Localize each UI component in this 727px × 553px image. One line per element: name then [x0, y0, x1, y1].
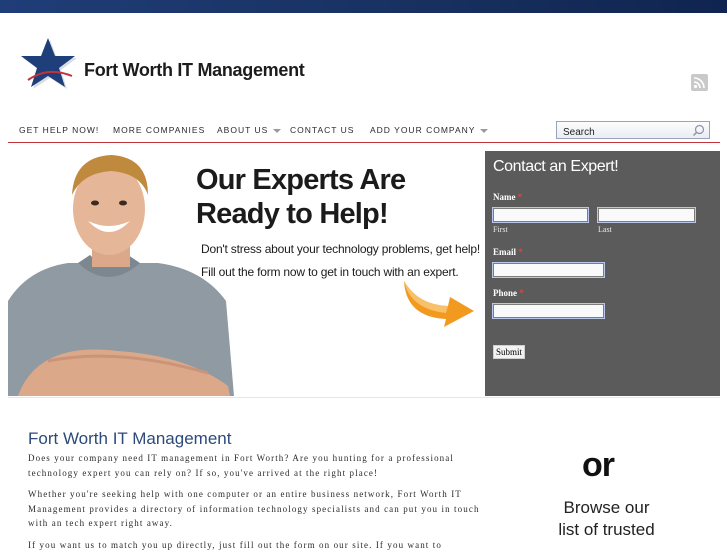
- content-divider: [8, 397, 720, 398]
- email-label-text: Email: [493, 247, 517, 257]
- contact-form: Contact an Expert! Name * First Last Ema…: [485, 151, 720, 396]
- phone-label: Phone *: [493, 288, 524, 298]
- nav-item-add-your-company[interactable]: ADD YOUR COMPANY: [370, 125, 489, 135]
- form-title: Contact an Expert!: [493, 158, 619, 175]
- first-sublabel: First: [493, 225, 508, 234]
- intro-paragraph-3: If you want us to match you up directly,…: [28, 540, 442, 550]
- hero-banner: Our Experts Are Ready to Help! Don't str…: [8, 151, 485, 396]
- search-input[interactable]: [557, 124, 683, 141]
- hero-headline: Our Experts Are Ready to Help!: [196, 163, 476, 231]
- hero-line-1: Don't stress about your technology probl…: [201, 242, 480, 256]
- name-label: Name *: [493, 192, 522, 202]
- hero-headline-line: Ready to Help!: [196, 198, 389, 230]
- nav-item-about-us[interactable]: ABOUT US: [217, 125, 282, 135]
- required-mark: *: [517, 192, 523, 202]
- site-title[interactable]: Fort Worth IT Management: [84, 60, 305, 81]
- submit-button[interactable]: Submit: [493, 345, 526, 359]
- required-mark: *: [519, 288, 524, 298]
- intro-paragraph-1: Does your company need IT management in …: [28, 453, 454, 478]
- email-field[interactable]: [492, 262, 605, 278]
- nav-item-label: CONTACT US: [290, 125, 355, 135]
- orange-arrow-icon: [404, 281, 474, 327]
- search-icon[interactable]: [692, 124, 705, 137]
- nav-item-label: ADD YOUR COMPANY: [370, 125, 476, 135]
- first-name-input[interactable]: [492, 207, 589, 223]
- star-logo-icon: [21, 38, 77, 89]
- search-box: [556, 121, 710, 141]
- hero-line-2: Fill out the form now to get in touch wi…: [201, 265, 459, 279]
- required-mark: *: [518, 247, 523, 257]
- browse-line: list of trusted: [558, 520, 655, 539]
- chevron-down-icon: [273, 128, 282, 133]
- top-banner-bar: [0, 0, 727, 13]
- nav-item-label: MORE COMPANIES: [113, 125, 206, 135]
- chevron-down-icon: [480, 128, 489, 133]
- nav-item-get-help-now[interactable]: GET HELP NOW!: [19, 125, 99, 135]
- nav-divider: [8, 142, 720, 143]
- rss-icon: [693, 77, 705, 89]
- last-sublabel: Last: [598, 225, 612, 234]
- nav-item-label: ABOUT US: [217, 125, 269, 135]
- intro-paragraph-2: Whether you're seeking help with one com…: [28, 489, 480, 528]
- phone-field[interactable]: [492, 303, 605, 319]
- or-text: or: [582, 446, 615, 484]
- nav-item-more-companies[interactable]: MORE COMPANIES: [113, 125, 205, 135]
- nav-item-label: GET HELP NOW!: [19, 125, 100, 135]
- browse-list-link[interactable]: Browse our list of trusted: [540, 497, 673, 541]
- rss-feed-link[interactable]: [691, 74, 708, 91]
- browse-line: Browse our: [563, 498, 650, 517]
- name-label-text: Name: [493, 192, 516, 202]
- nav-item-contact-us[interactable]: CONTACT US: [290, 125, 354, 135]
- last-name-input[interactable]: [597, 207, 696, 223]
- email-label: Email *: [493, 247, 523, 257]
- page-title: Fort Worth IT Management: [28, 429, 232, 448]
- phone-label-text: Phone: [493, 288, 518, 298]
- hero-headline-line: Our Experts Are: [196, 164, 406, 196]
